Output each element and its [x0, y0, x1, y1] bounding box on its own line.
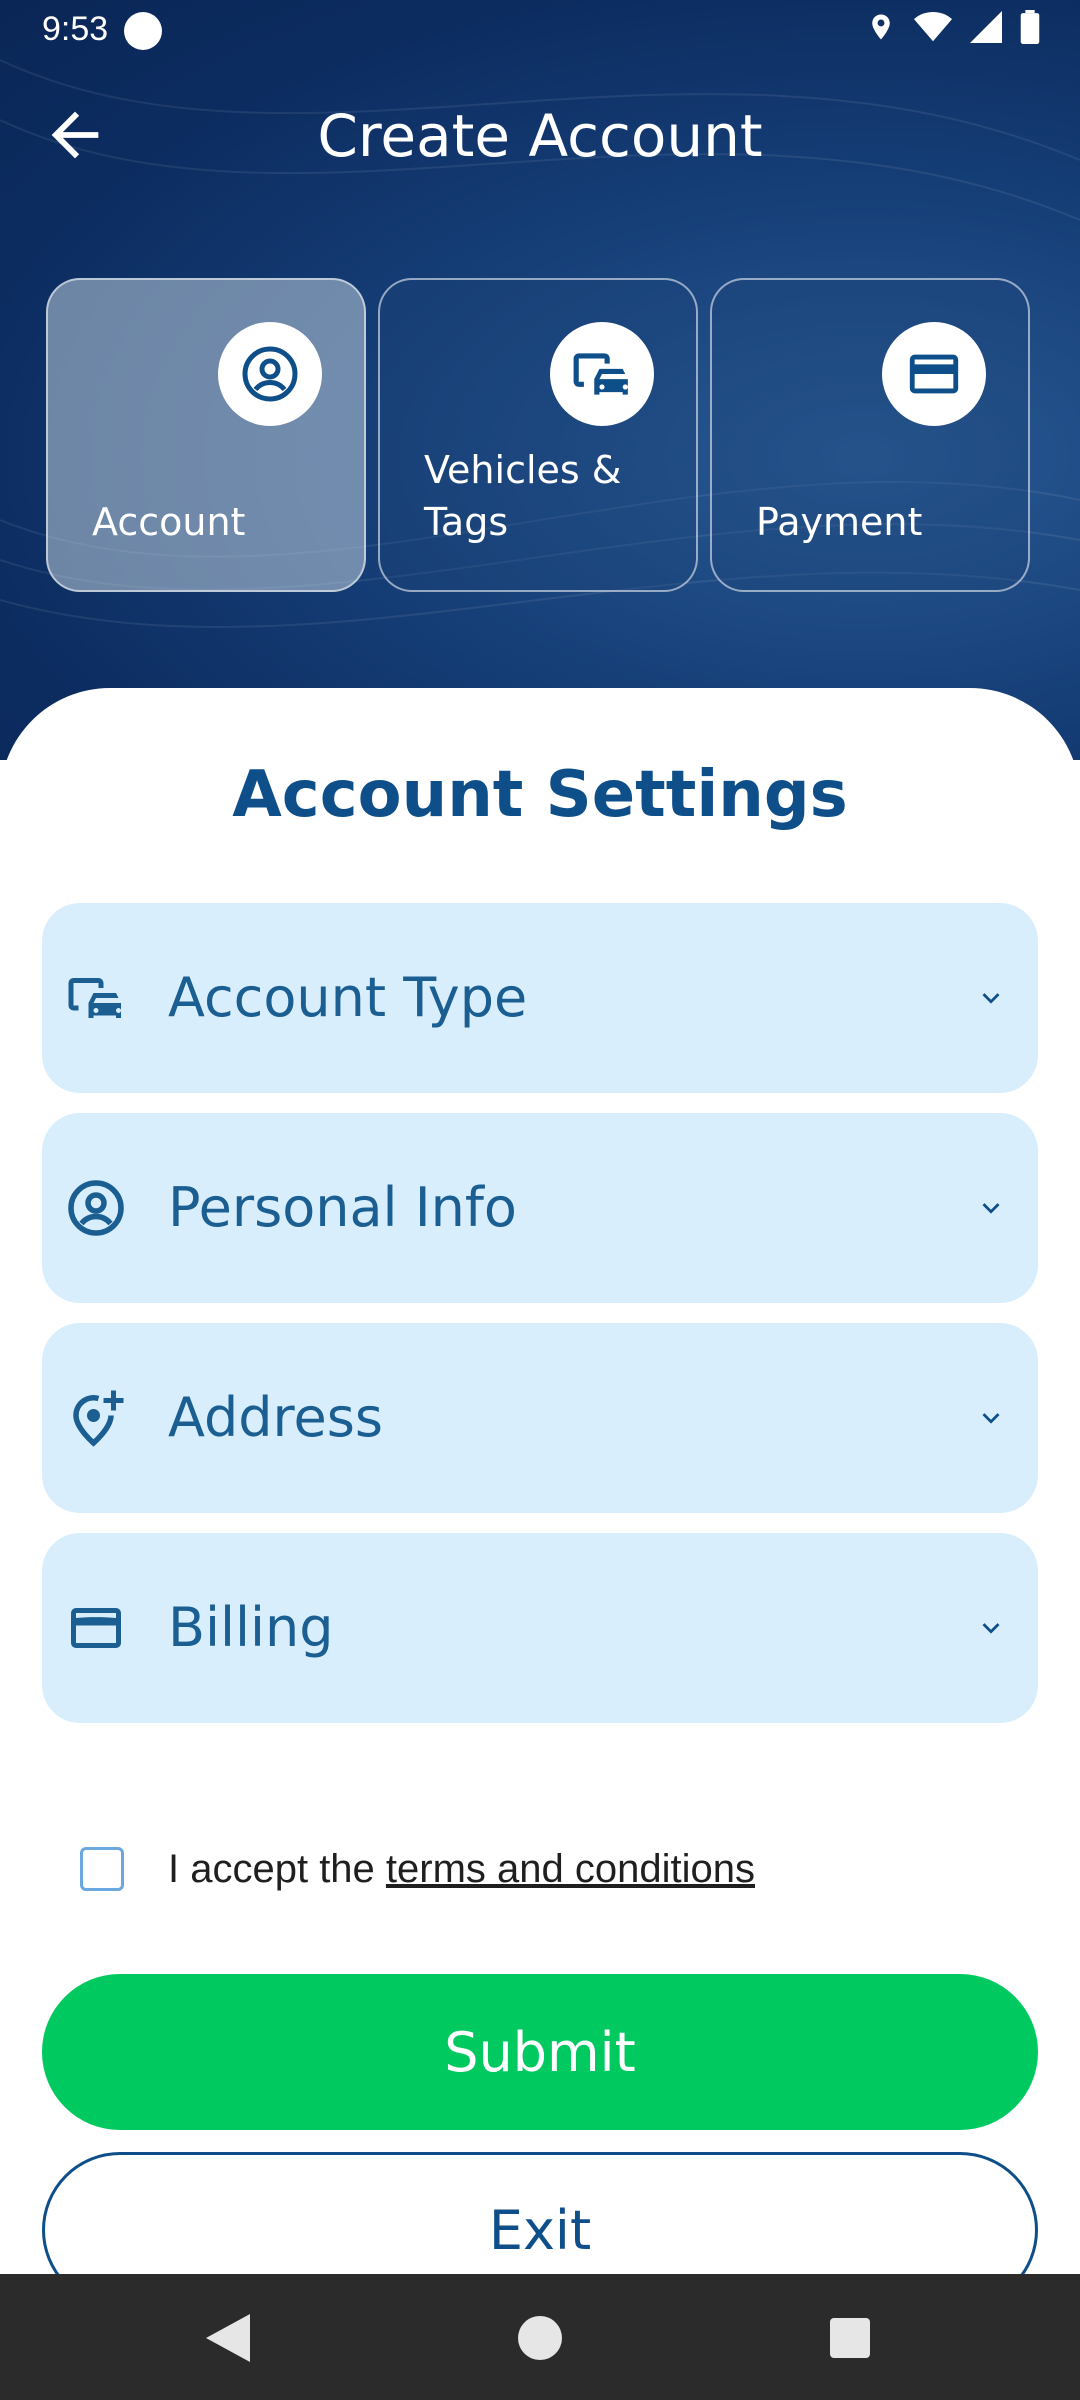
- account-circle-icon: [66, 1178, 126, 1238]
- navigation-bar: [0, 2274, 1080, 2400]
- vehicles-icon: [550, 322, 654, 426]
- chevron-down-icon: [974, 1401, 1008, 1435]
- battery-icon: [1020, 10, 1040, 53]
- accordion-label: Account Type: [168, 966, 528, 1029]
- step-payment[interactable]: Payment: [710, 278, 1030, 592]
- status-icons: [866, 10, 1040, 53]
- chevron-down-icon: [974, 1191, 1008, 1225]
- signal-icon: [970, 11, 1002, 52]
- terms-row: I accept the terms and conditions: [80, 1843, 755, 1895]
- submit-button[interactable]: Submit: [42, 1974, 1038, 2130]
- step-vehicles-label: Vehicles & Tags: [424, 444, 621, 548]
- accordion-label: Address: [168, 1386, 384, 1449]
- step-vehicles-tags[interactable]: Vehicles & Tags: [378, 278, 698, 592]
- notification-dot-icon: [124, 12, 162, 50]
- account-circle-icon: [218, 322, 322, 426]
- nav-home-icon[interactable]: [518, 2316, 562, 2360]
- vehicles-icon: [66, 968, 126, 1028]
- step-payment-label: Payment: [756, 500, 923, 544]
- chevron-down-icon: [974, 1611, 1008, 1645]
- credit-card-icon: [882, 322, 986, 426]
- section-title: Account Settings: [232, 758, 848, 832]
- location-icon: [866, 10, 896, 53]
- accordion-billing[interactable]: Billing: [42, 1533, 1038, 1723]
- accordion-label: Personal Info: [168, 1176, 517, 1239]
- step-vehicles-label-line2: Tags: [424, 500, 509, 544]
- add-location-icon: [66, 1388, 126, 1448]
- accordion-account-type[interactable]: Account Type: [42, 903, 1038, 1093]
- chevron-down-icon: [974, 981, 1008, 1015]
- wallet-icon: [66, 1598, 126, 1658]
- status-bar: 9:53: [0, 0, 1080, 62]
- step-account[interactable]: Account: [46, 278, 366, 592]
- terms-link[interactable]: terms and conditions: [386, 1847, 755, 1891]
- accordion-address[interactable]: Address: [42, 1323, 1038, 1513]
- terms-text: I accept the terms and conditions: [168, 1847, 755, 1892]
- page-title: Create Account: [317, 102, 763, 170]
- status-time: 9:53: [42, 10, 109, 48]
- step-account-label: Account: [92, 500, 246, 544]
- nav-back-icon[interactable]: [206, 2314, 250, 2367]
- accordion-personal-info[interactable]: Personal Info: [42, 1113, 1038, 1303]
- wifi-icon: [914, 11, 952, 52]
- accordion-label: Billing: [168, 1596, 334, 1659]
- nav-recents-icon[interactable]: [830, 2318, 870, 2358]
- terms-checkbox[interactable]: [80, 1847, 124, 1891]
- step-vehicles-label-line1: Vehicles &: [424, 448, 622, 492]
- terms-prefix: I accept the: [168, 1846, 386, 1891]
